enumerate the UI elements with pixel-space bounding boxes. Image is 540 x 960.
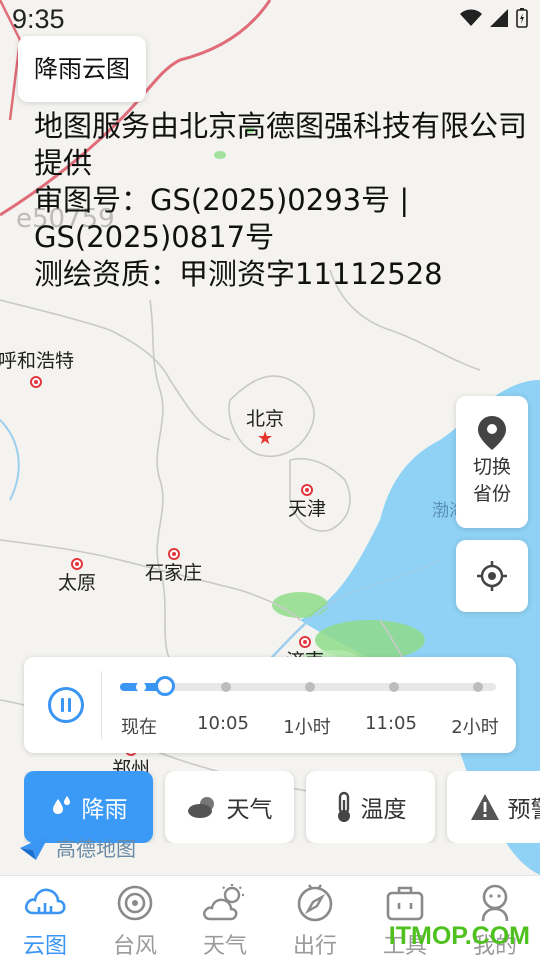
capital-star-icon: ★ xyxy=(256,428,274,449)
map-credit-line: 测绘资质：甲测资字11112528 xyxy=(34,257,443,291)
switch-province-label: 切换省份 xyxy=(472,456,511,505)
timeline-label: 现在 xyxy=(121,717,157,738)
typhoon-icon xyxy=(117,885,153,921)
rain-cloud xyxy=(272,592,328,618)
city-shijiazhuang[interactable]: 石家庄 xyxy=(145,548,202,584)
signal-icon xyxy=(490,9,508,27)
layer-warning-label: 预警 xyxy=(507,797,540,823)
city-marker-icon xyxy=(167,548,180,560)
timeline-panel: 现在 10:05 1小时 11:05 2小时 xyxy=(24,657,516,753)
locate-button[interactable] xyxy=(456,540,528,612)
layer-rain-label: 降雨 xyxy=(81,797,128,823)
nav-item-typhoon[interactable]: 台风 xyxy=(90,876,180,960)
location-pin-icon xyxy=(478,416,506,450)
timeline-tick xyxy=(389,682,400,692)
layer-temperature-button[interactable]: 温度 xyxy=(306,771,435,843)
pause-icon xyxy=(61,698,64,712)
city-marker-icon xyxy=(299,636,311,648)
weather-icon xyxy=(203,884,244,921)
timeline-label: 2小时 xyxy=(451,717,499,738)
city-beijing[interactable]: 北京 ★ xyxy=(246,408,284,448)
timeline-tick xyxy=(305,682,316,692)
timeline-tick xyxy=(136,682,147,692)
city-label: 呼和浩特 xyxy=(0,350,75,372)
raindrops-icon xyxy=(52,796,70,814)
layer-weather-button[interactable]: 天气 xyxy=(165,771,294,843)
city-marker-icon xyxy=(301,484,313,496)
timeline-slider[interactable] xyxy=(120,676,496,696)
battery-icon xyxy=(516,8,528,28)
amap-logo-icon xyxy=(20,834,50,860)
pause-button[interactable] xyxy=(48,687,84,723)
city-label: 北京 xyxy=(246,408,285,430)
profile-icon xyxy=(481,884,509,922)
city-taiyuan[interactable]: 太原 xyxy=(58,558,96,594)
status-time: 9:35 xyxy=(12,4,65,34)
map-credit-line: 地图服务由北京高德图强科技有限公司提供 xyxy=(34,109,528,180)
amap-logo-text: 高德地图 xyxy=(56,836,136,861)
toolbox-icon xyxy=(386,886,424,921)
map-credit-text: 地图服务由北京高德图强科技有限公司提供 审图号：GS(2025)0293号 | … xyxy=(34,108,534,293)
timeline-divider xyxy=(101,671,102,739)
city-marker-icon xyxy=(71,558,83,570)
map-credit-line: 审图号：GS(2025)0293号 | GS(2025)0817号 xyxy=(34,183,410,254)
wifi-icon xyxy=(460,9,482,26)
pause-icon xyxy=(68,698,71,712)
city-marker-icon xyxy=(30,376,42,388)
timeline-label: 1小时 xyxy=(283,717,331,738)
status-bar: 9:35 xyxy=(0,0,540,40)
cloud-radar-icon xyxy=(24,888,66,915)
city-label: 石家庄 xyxy=(145,562,203,584)
nav-label: 出行 xyxy=(292,934,337,959)
warning-icon xyxy=(470,794,499,820)
timeline-tick xyxy=(221,682,232,692)
thermometer-icon xyxy=(337,791,350,822)
river xyxy=(0,419,20,501)
layer-temperature-label: 温度 xyxy=(360,797,407,823)
city-tianjin[interactable]: 天津 xyxy=(288,484,326,520)
status-icons xyxy=(460,8,528,28)
timeline-thumb[interactable] xyxy=(155,676,176,696)
locate-icon xyxy=(477,561,507,591)
timeline-label: 11:05 xyxy=(365,713,417,734)
city-label: 太原 xyxy=(58,572,97,594)
map-type-title[interactable]: 降雨云图 xyxy=(18,36,146,102)
nav-item-weather[interactable]: 天气 xyxy=(180,876,270,960)
nav-label: 台风 xyxy=(112,934,157,959)
city-hohhot[interactable]: 呼和浩特 xyxy=(0,350,74,388)
layer-weather-label: 天气 xyxy=(226,797,273,823)
site-watermark: ITMOP.COM xyxy=(388,922,530,950)
nav-item-travel[interactable]: 出行 xyxy=(270,876,360,960)
amap-logo: 高德地图 xyxy=(18,832,136,862)
city-label: 天津 xyxy=(288,498,327,520)
cloud-icon xyxy=(187,797,214,818)
nav-label: 天气 xyxy=(202,934,247,959)
switch-province-button[interactable]: 切换省份 xyxy=(456,396,528,528)
compass-icon xyxy=(297,884,333,922)
timeline-tick xyxy=(472,682,483,692)
nav-item-cloud-map[interactable]: 云图 xyxy=(0,876,90,960)
nav-label: 云图 xyxy=(22,934,67,959)
timeline-label: 10:05 xyxy=(197,713,249,734)
layer-warning-button[interactable]: 预警 xyxy=(447,771,540,843)
